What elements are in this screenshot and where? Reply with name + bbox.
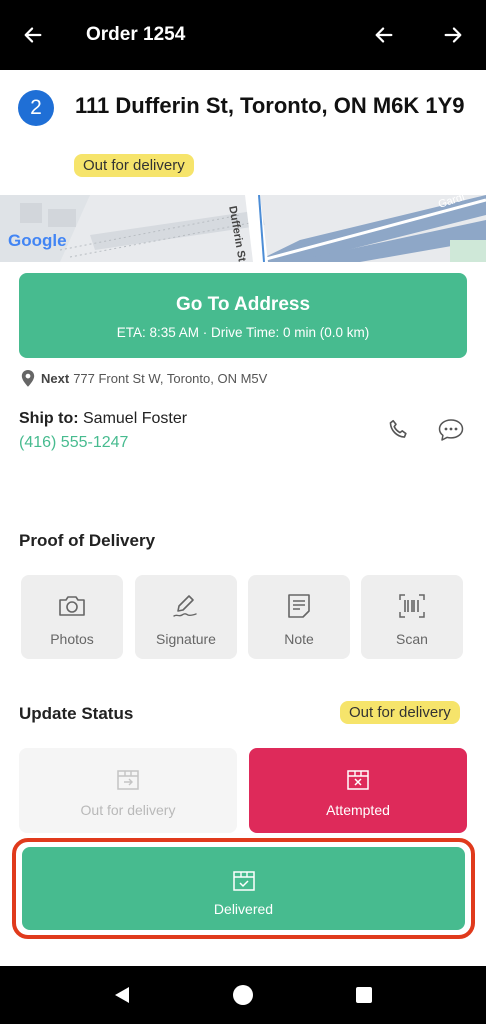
go-to-address-label: Go To Address xyxy=(175,294,311,315)
note-icon xyxy=(288,594,310,618)
barcode-icon xyxy=(399,594,425,618)
delivered-button[interactable]: Delivered xyxy=(22,847,465,930)
nav-back-button[interactable] xyxy=(110,983,134,1007)
stop-address: 111 Dufferin St, Toronto, ON M6K 1Y9 xyxy=(75,93,465,118)
arrow-left-icon xyxy=(24,27,42,43)
next-order-button[interactable] xyxy=(436,18,470,52)
note-label: Note xyxy=(284,631,314,647)
triangle-back-icon xyxy=(115,987,129,1003)
next-label: Next xyxy=(41,371,70,386)
go-to-address-button[interactable]: Go To Address ETA: 8:35 AM · Drive Time:… xyxy=(19,273,467,358)
delivered-label: Delivered xyxy=(213,901,274,917)
arrow-left-icon xyxy=(375,27,393,43)
message-button[interactable] xyxy=(436,415,466,445)
out-for-delivery-button[interactable]: Out for delivery xyxy=(19,748,237,833)
location-pin-icon xyxy=(21,370,35,387)
attempted-label: Attempted xyxy=(326,802,390,818)
note-button[interactable]: Note xyxy=(248,575,350,659)
circle-home-icon xyxy=(233,985,253,1005)
nav-home-button[interactable] xyxy=(231,983,255,1007)
system-nav-bar xyxy=(0,966,486,1024)
square-recents-icon xyxy=(356,987,372,1003)
out-for-delivery-label: Out for delivery xyxy=(80,802,176,818)
update-status-title: Update Status xyxy=(19,704,134,723)
signature-button[interactable]: Signature xyxy=(135,575,237,659)
google-logo: Google xyxy=(8,231,67,250)
scan-button[interactable]: Scan xyxy=(361,575,463,659)
ship-to-label: Ship to: xyxy=(19,410,79,427)
delivered-highlight: Delivered xyxy=(12,838,475,939)
stop-header: 2 111 Dufferin St, Toronto, ON M6K 1Y9 O… xyxy=(0,70,486,195)
top-app-bar: Order 1254 xyxy=(0,0,486,70)
recipient-phone[interactable]: (416) 555-1247 xyxy=(19,434,187,452)
map-preview[interactable]: Dufferin St Gardi Google xyxy=(0,195,486,262)
package-arrow-icon xyxy=(117,770,139,790)
back-button[interactable] xyxy=(16,18,50,52)
ship-to-block: Ship to: Samuel Foster (416) 555-1247 xyxy=(19,410,187,452)
package-check-icon xyxy=(232,871,255,891)
signature-icon xyxy=(173,595,197,617)
chat-bubble-icon xyxy=(438,419,464,441)
proof-of-delivery-title: Proof of Delivery xyxy=(19,531,156,550)
phone-icon xyxy=(389,419,407,438)
arrow-right-icon xyxy=(444,27,462,43)
scan-label: Scan xyxy=(396,631,428,647)
camera-icon xyxy=(59,596,85,616)
photos-label: Photos xyxy=(50,631,94,647)
current-status-badge: Out for delivery xyxy=(340,701,460,724)
attempted-button[interactable]: Attempted xyxy=(249,748,467,833)
nav-recents-button[interactable] xyxy=(352,983,376,1007)
photos-button[interactable]: Photos xyxy=(21,575,123,659)
call-button[interactable] xyxy=(384,415,414,445)
page-title: Order 1254 xyxy=(86,24,186,45)
stop-number-badge: 2 xyxy=(18,90,54,126)
recipient-name: Samuel Foster xyxy=(83,410,188,427)
package-x-icon xyxy=(347,770,369,790)
signature-label: Signature xyxy=(156,631,216,647)
next-address: 777 Front St W, Toronto, ON M5V xyxy=(73,371,268,386)
previous-order-button[interactable] xyxy=(367,18,401,52)
eta-text: ETA: 8:35 AM · Drive Time: 0 min (0.0 km… xyxy=(116,325,370,340)
next-stop-row[interactable]: Next 777 Front St W, Toronto, ON M5V xyxy=(21,370,267,387)
status-badge: Out for delivery xyxy=(74,154,194,177)
